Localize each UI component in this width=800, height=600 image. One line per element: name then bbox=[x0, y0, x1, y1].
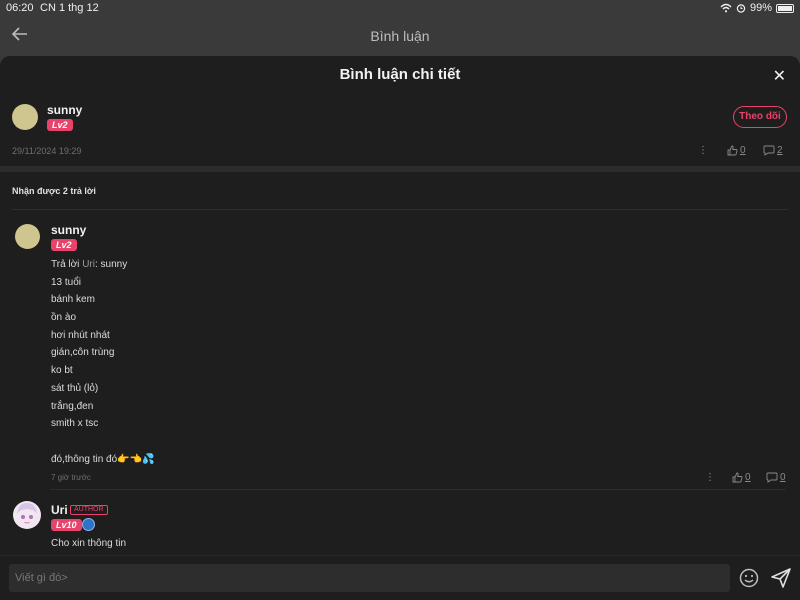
send-icon[interactable] bbox=[770, 567, 792, 589]
emoji-icon[interactable] bbox=[739, 568, 759, 588]
divider bbox=[50, 489, 786, 490]
reply-count[interactable]: 2 bbox=[763, 145, 783, 156]
reply-line: ồn ào bbox=[51, 312, 77, 324]
comment-input[interactable] bbox=[9, 564, 730, 592]
reply-line: hơi nhút nhát bbox=[51, 329, 110, 341]
reply-line: gián,côn trùng bbox=[51, 347, 115, 359]
avatar[interactable] bbox=[15, 224, 40, 249]
level-badge: Lv10 bbox=[51, 519, 82, 531]
divider bbox=[12, 209, 788, 210]
comment-bubble-icon bbox=[766, 472, 778, 483]
more-options-icon[interactable]: ⋮ bbox=[705, 472, 715, 483]
thumbs-up-icon bbox=[732, 472, 743, 483]
close-icon[interactable]: ✕ bbox=[773, 66, 786, 86]
replies-header: Nhận được 2 trả lời bbox=[12, 186, 96, 196]
reply-to-user[interactable]: Uri bbox=[82, 259, 95, 270]
top-bar: Bình luận bbox=[0, 16, 800, 54]
level-badge: Lv2 bbox=[47, 119, 73, 131]
status-date: CN 1 thg 12 bbox=[40, 2, 99, 14]
wifi-icon bbox=[720, 3, 732, 13]
thumbs-up-icon bbox=[727, 145, 738, 156]
comment-bubble-icon bbox=[763, 145, 775, 156]
page-title: Bình luận bbox=[370, 28, 430, 44]
reply-count[interactable]: 0 bbox=[766, 472, 786, 483]
follow-button[interactable]: Theo dõi bbox=[733, 106, 787, 128]
username[interactable]: sunny bbox=[47, 103, 82, 117]
reply-line bbox=[51, 433, 155, 451]
status-time: 06:20 bbox=[6, 2, 34, 14]
reply-line: ko bt bbox=[51, 365, 73, 377]
reply-text: Cho xin thông tin bbox=[51, 538, 127, 549]
battery-icon bbox=[776, 3, 794, 13]
reply-line: trắng,đen bbox=[51, 400, 94, 412]
avatar[interactable] bbox=[12, 104, 38, 130]
comment-input-bar bbox=[0, 555, 800, 600]
panel-title: Bình luận chi tiết bbox=[339, 66, 461, 83]
level-badge: Lv2 bbox=[51, 239, 77, 251]
reply-line: sát thủ (lỏ) bbox=[51, 382, 99, 394]
alarm-icon bbox=[736, 4, 746, 13]
username[interactable]: Uri bbox=[51, 503, 68, 517]
status-right: 99% bbox=[720, 2, 794, 14]
reply-content: Trả lời Uri: sunny 13 tuổi bánh kem ồn à… bbox=[51, 256, 155, 468]
status-bar: 06:20 CN 1 thg 12 99% bbox=[0, 0, 800, 16]
reply-line: bánh kem bbox=[51, 294, 95, 306]
avatar[interactable] bbox=[12, 500, 42, 530]
verified-badge-icon bbox=[82, 518, 95, 531]
comment-detail-panel: Bình luận chi tiết ✕ sunny Lv2 Theo dõi … bbox=[0, 56, 800, 600]
reply-line: smith x tsc bbox=[51, 418, 99, 430]
battery-percent: 99% bbox=[749, 2, 772, 14]
more-options-icon[interactable]: ⋮ bbox=[698, 145, 708, 156]
reply-to-line: Trả lời Uri: sunny bbox=[51, 259, 128, 270]
like-count[interactable]: 0 bbox=[732, 472, 751, 483]
reply-time: 7 giờ trước bbox=[51, 473, 91, 482]
like-count[interactable]: 0 bbox=[727, 145, 746, 156]
comment-timestamp: 29/11/2024 19:29 bbox=[12, 146, 82, 156]
reply-line: 13 tuổi bbox=[51, 276, 82, 288]
reply-line: đó,thông tin đó👉👈💦 bbox=[51, 453, 155, 465]
author-badge: AUTHOR bbox=[70, 505, 108, 515]
section-divider bbox=[0, 166, 800, 172]
username[interactable]: sunny bbox=[51, 223, 86, 237]
